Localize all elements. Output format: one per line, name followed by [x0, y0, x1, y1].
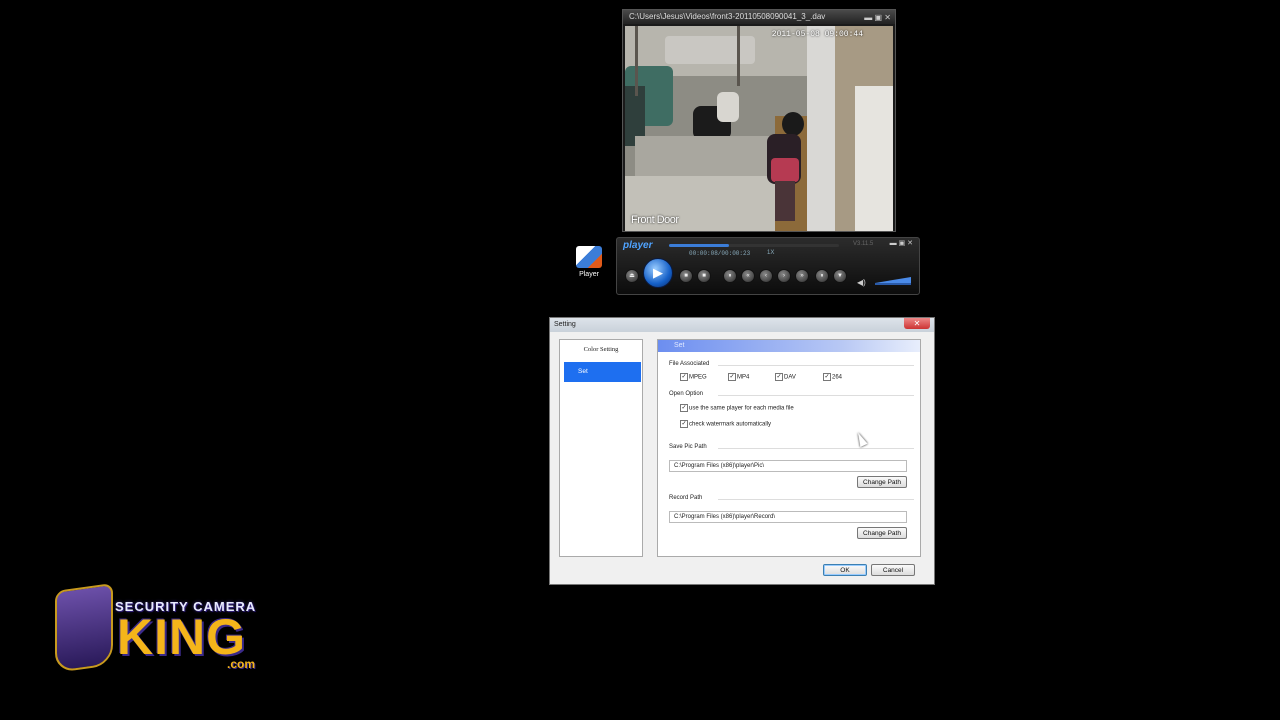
- window-controls[interactable]: ▬ ▣ ✕: [864, 11, 891, 24]
- group-divider: [718, 365, 914, 366]
- video-titlebar[interactable]: C:\Users\Jesus\Videos\front3-20110508090…: [623, 10, 895, 24]
- checkbox-check-icon: ✓: [728, 373, 736, 381]
- dialog-titlebar[interactable]: Setting ✕: [550, 318, 934, 332]
- record-path-title: Record Path: [669, 495, 703, 501]
- checkbox-check-icon: ✓: [823, 373, 831, 381]
- stop-button[interactable]: ■: [679, 269, 693, 283]
- checkbox-check-icon: ✓: [775, 373, 783, 381]
- checkbox-mpeg[interactable]: ✓ MPEG: [680, 373, 707, 381]
- nav-item-set[interactable]: Set: [564, 362, 641, 382]
- checkbox-dav[interactable]: ✓ DAV: [775, 373, 796, 381]
- video-scene: [625, 26, 893, 231]
- logo-text-line3: .com: [227, 657, 256, 671]
- eject-button[interactable]: ⏏: [625, 269, 639, 283]
- capture-button[interactable]: ▼: [833, 269, 847, 283]
- slower-button[interactable]: ⏸: [815, 269, 829, 283]
- setting-dialog[interactable]: Setting ✕ Color Setting Set Set File Ass…: [549, 317, 935, 585]
- checkbox-264[interactable]: ✓ 264: [823, 373, 842, 381]
- group-divider: [718, 448, 914, 449]
- panel-header: Set: [658, 340, 920, 352]
- video-frame[interactable]: 2011-05-08 09:00:44 Front Door: [625, 26, 893, 231]
- video-timestamp: 2011-05-08 09:00:44: [771, 30, 863, 39]
- cancel-button[interactable]: Cancel: [871, 564, 915, 576]
- checkbox-same-player[interactable]: ✓ use the same player for each media file: [680, 404, 794, 412]
- security-camera-king-logo: SECURITY CAMERA KING .com: [55, 582, 280, 675]
- record-path-field[interactable]: C:\Program Files (x86)\player\Record\: [669, 511, 907, 523]
- rewind-button[interactable]: «: [741, 269, 755, 283]
- logo-text-line2: KING: [117, 609, 246, 665]
- save-pic-path-field[interactable]: C:\Program Files (x86)\player\Pic\: [669, 460, 907, 472]
- checkbox-check-icon: ✓: [680, 420, 688, 428]
- group-divider: [718, 499, 914, 500]
- player-app-icon: [576, 246, 602, 268]
- checkbox-mp4[interactable]: ✓ MP4: [728, 373, 749, 381]
- slow-button[interactable]: ⏸: [723, 269, 737, 283]
- open-option-title: Open Option: [669, 391, 704, 397]
- bar-window-controls[interactable]: ▬ ▣ ✕: [890, 239, 913, 247]
- step-button[interactable]: ■: [697, 269, 711, 283]
- volume-track: [875, 283, 911, 285]
- checkbox-check-icon: ✓: [680, 373, 688, 381]
- progress-bar[interactable]: [669, 244, 839, 247]
- checkbox-watermark[interactable]: ✓ check watermark automatically: [680, 420, 771, 428]
- fast-forward-button[interactable]: »: [795, 269, 809, 283]
- save-pic-path-title: Save Pic Path: [669, 444, 707, 450]
- ok-button[interactable]: OK: [823, 564, 867, 576]
- desktop-player-shortcut[interactable]: Player: [571, 246, 607, 278]
- file-associated-title: File Associated: [669, 361, 710, 367]
- nav-item-color-setting[interactable]: Color Setting: [560, 346, 642, 353]
- dialog-title: Setting: [554, 321, 576, 328]
- checkbox-label: DAV: [784, 374, 796, 381]
- progress-fill: [669, 244, 729, 247]
- checkbox-label: 264: [832, 374, 843, 381]
- settings-panel: Set File Associated ✓ MPEG ✓ MP4 ✓ DAV ✓ 264…: [657, 339, 921, 557]
- change-record-path-button[interactable]: Change Path: [857, 527, 907, 539]
- checkbox-label: MP4: [737, 374, 750, 381]
- speed-readout: 1X: [767, 250, 775, 256]
- checkbox-label: check watermark automatically: [689, 421, 772, 428]
- prev-frame-button[interactable]: ‹: [759, 269, 773, 283]
- king-mascot-icon: [55, 582, 113, 674]
- time-readout: 00:00:08/00:00:23: [689, 250, 751, 257]
- player-control-bar[interactable]: player 00:00:08/00:00:23 1X V3.11.5 ▬ ▣ …: [616, 237, 920, 295]
- version-label: V3.11.5: [853, 241, 874, 247]
- change-pic-path-button[interactable]: Change Path: [857, 476, 907, 488]
- checkbox-check-icon: ✓: [680, 404, 688, 412]
- play-button[interactable]: ▶: [643, 258, 673, 288]
- next-frame-button[interactable]: ›: [777, 269, 791, 283]
- settings-nav: Color Setting Set: [559, 339, 643, 557]
- camera-label: Front Door: [631, 214, 679, 226]
- close-button[interactable]: ✕: [904, 318, 930, 329]
- desktop-icon-label: Player: [579, 271, 599, 278]
- volume-icon[interactable]: ◀): [857, 278, 866, 287]
- checkbox-label: use the same player for each media file: [689, 405, 794, 412]
- video-title: C:\Users\Jesus\Videos\front3-20110508090…: [629, 12, 826, 21]
- player-logo: player: [623, 240, 653, 251]
- group-divider: [718, 395, 914, 396]
- checkbox-label: MPEG: [689, 374, 707, 381]
- video-window[interactable]: C:\Users\Jesus\Videos\front3-20110508090…: [622, 9, 896, 232]
